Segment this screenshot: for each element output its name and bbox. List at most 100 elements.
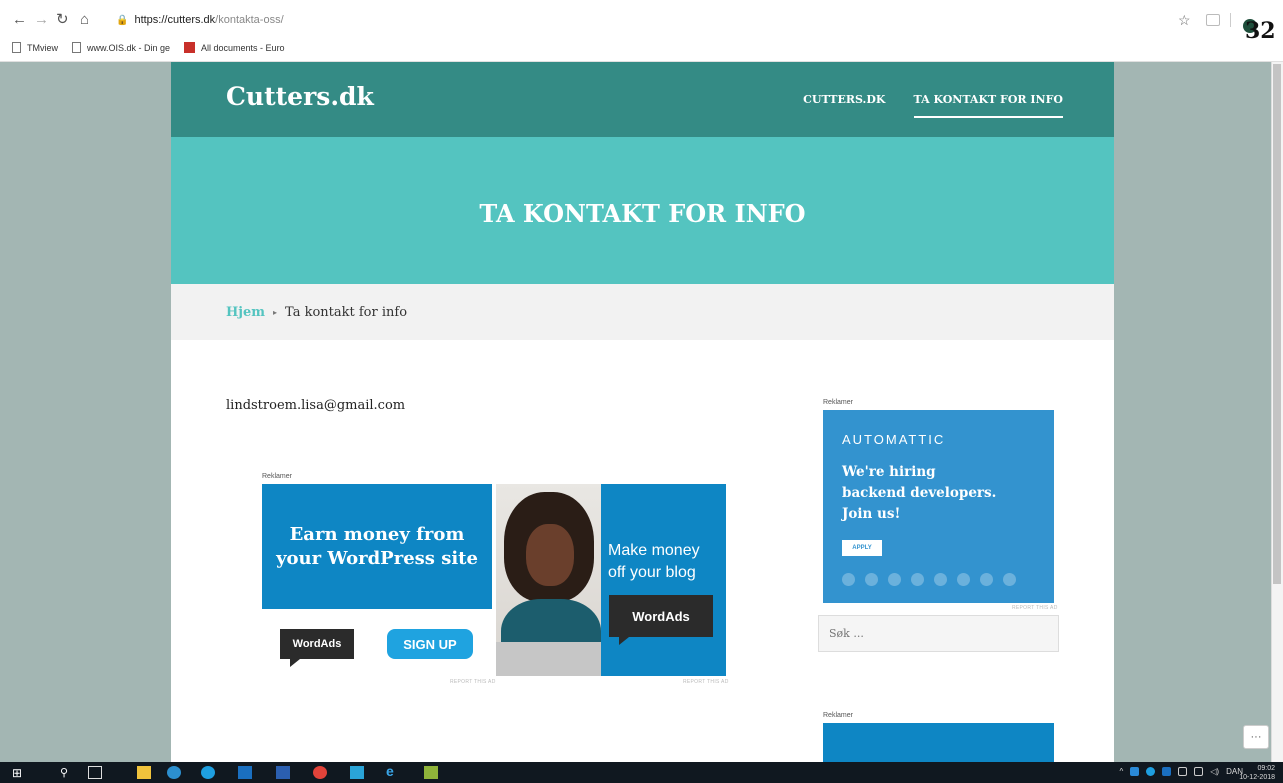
ad-headline-line1: Earn money from	[289, 524, 465, 546]
nav-item-cutters[interactable]: CUTTERS.DK	[803, 93, 885, 118]
photo-laptop	[496, 642, 601, 676]
battery-icon[interactable]	[1178, 767, 1188, 776]
page-icon	[12, 42, 21, 53]
page-icon	[72, 42, 81, 53]
product-icon	[888, 573, 901, 586]
sign-up-button[interactable]: SIGN UP	[387, 629, 473, 659]
wordads-earn-ad[interactable]: Earn money from your WordPress site WordA…	[262, 484, 492, 676]
sidebar-ad-2[interactable]	[823, 723, 1054, 762]
ad-headline: Earn money from your WordPress site	[276, 523, 478, 570]
main-nav: CUTTERS.DK TA KONTAKT FOR INFO	[803, 93, 1063, 118]
hero-banner: TA KONTAKT FOR INFO	[171, 137, 1114, 284]
photo-face	[526, 524, 574, 586]
volume-icon[interactable]: ◁)	[1210, 767, 1219, 776]
extension-icon[interactable]	[1206, 14, 1220, 26]
ad-label: Reklamer	[823, 399, 853, 406]
bookmark-documents[interactable]: All documents - Euro	[184, 42, 285, 53]
product-icons	[842, 573, 1016, 586]
windows-taskbar: ⊞ ⚲ e ^ ◁) DAN 09:02 10-12-2018	[0, 762, 1283, 783]
bookmark-label: TMview	[27, 42, 58, 53]
wordads-blog-ad[interactable]: Make money off your blog WordAds	[496, 484, 726, 676]
message-line2: backend developers.	[842, 484, 997, 501]
bookmark-label: All documents - Euro	[201, 42, 285, 53]
search-input[interactable]	[818, 615, 1059, 652]
ad-label: Reklamer	[262, 473, 292, 480]
breadcrumb-current: Ta kontakt for info	[285, 304, 408, 320]
app-icon[interactable]	[350, 766, 364, 779]
clock-time: 09:02	[1257, 765, 1275, 772]
message-line3: Join us!	[842, 505, 901, 522]
skype-icon[interactable]	[201, 766, 215, 779]
more-options-icon[interactable]: ···	[1243, 725, 1269, 749]
report-ad-link[interactable]: REPORT THIS AD	[1012, 605, 1058, 611]
apply-button[interactable]: APPLY	[842, 540, 882, 556]
breadcrumb-home[interactable]: Hjem	[226, 305, 265, 320]
ad-text-line2: off your blog	[608, 563, 696, 581]
wordpress-icon	[842, 573, 855, 586]
bookmarks-bar: TMview www.OIS.dk - Din ge All documents…	[12, 42, 285, 53]
bookmark-tmview[interactable]: TMview	[12, 42, 58, 53]
scrollbar-thumb[interactable]	[1273, 64, 1281, 584]
ad-text-line1: Make money	[608, 542, 700, 559]
product-icon	[980, 573, 993, 586]
nav-item-contact[interactable]: TA KONTAKT FOR INFO	[913, 93, 1063, 118]
automattic-ad[interactable]: AUTOMATTIC We're hiring backend develope…	[823, 410, 1054, 603]
forward-icon[interactable]: →	[34, 12, 49, 27]
chrome-icon[interactable]	[313, 766, 327, 779]
word-icon[interactable]	[276, 766, 290, 779]
product-icon	[957, 573, 970, 586]
breadcrumb: Hjem ▸ Ta kontakt for info	[171, 284, 1114, 340]
product-icon	[911, 573, 924, 586]
bookmark-star-icon[interactable]: ☆	[1178, 12, 1191, 29]
report-ad-link[interactable]: REPORT THIS AD	[450, 679, 496, 685]
home-icon[interactable]: ⌂	[80, 12, 89, 27]
clock-date: 10-12-2018	[1239, 774, 1275, 781]
url-host: https://cutters.dk	[134, 14, 216, 26]
wordads-logo: WordAds	[280, 629, 354, 667]
site-container: Cutters.dk CUTTERS.DK TA KONTAKT FOR INF…	[171, 62, 1114, 762]
reload-icon[interactable]: ↻	[56, 12, 69, 27]
tray-chevron-icon[interactable]: ^	[1120, 767, 1124, 776]
file-explorer-icon[interactable]	[137, 766, 151, 779]
page-title: TA KONTAKT FOR INFO	[479, 199, 806, 228]
badge-number: 32	[1245, 18, 1276, 44]
automattic-logo: AUTOMATTIC	[842, 432, 946, 447]
network-icon[interactable]	[1194, 767, 1204, 776]
contact-email: lindstroem.lisa@gmail.com	[226, 398, 406, 413]
ad-headline-panel: Earn money from your WordPress site	[262, 484, 492, 609]
browser-chrome: ← → ↻ ⌂ 🔒 https://cutters.dk/kontakta-os…	[0, 0, 1283, 62]
task-view-icon[interactable]	[88, 766, 102, 779]
outlook-icon[interactable]	[238, 766, 252, 779]
search-icon[interactable]: ⚲	[60, 766, 74, 779]
message-line1: We're hiring	[842, 464, 936, 480]
ad-photo	[496, 484, 601, 676]
clock[interactable]: 09:02 10-12-2018	[1239, 764, 1275, 782]
product-icon	[865, 573, 878, 586]
app-icon[interactable]	[167, 766, 181, 779]
documents-icon	[184, 42, 196, 53]
lock-icon: 🔒	[116, 14, 129, 26]
product-icon	[934, 573, 947, 586]
outlook-tray-icon[interactable]	[1162, 767, 1172, 776]
site-title[interactable]: Cutters.dk	[226, 82, 374, 111]
report-ad-link[interactable]: REPORT THIS AD	[683, 679, 729, 685]
product-icon	[1003, 573, 1016, 586]
bookmark-ois[interactable]: www.OIS.dk - Din ge	[72, 42, 170, 53]
ad-text: Make money off your blog	[608, 540, 700, 583]
toolbar-divider	[1230, 13, 1231, 27]
bookmark-label: www.OIS.dk - Din ge	[87, 42, 171, 53]
onedrive-icon[interactable]	[1130, 767, 1140, 776]
windows-start-icon[interactable]: ⊞	[12, 766, 26, 780]
automattic-message: We're hiring backend developers. Join us…	[842, 462, 996, 525]
skype-tray-icon[interactable]	[1146, 767, 1156, 776]
ad-label: Reklamer	[823, 712, 853, 719]
system-tray: ^ ◁) DAN	[1120, 767, 1243, 776]
wordads-logo: WordAds	[609, 595, 713, 645]
edge-icon[interactable]: e	[386, 763, 400, 779]
back-icon[interactable]: ←	[12, 12, 27, 27]
ad-headline-line2: your WordPress site	[276, 547, 478, 569]
site-header: Cutters.dk CUTTERS.DK TA KONTAKT FOR INF…	[171, 62, 1114, 137]
app-icon[interactable]	[424, 766, 438, 779]
address-bar[interactable]: 🔒 https://cutters.dk/kontakta-oss/	[116, 14, 284, 26]
breadcrumb-separator-icon: ▸	[273, 307, 278, 317]
